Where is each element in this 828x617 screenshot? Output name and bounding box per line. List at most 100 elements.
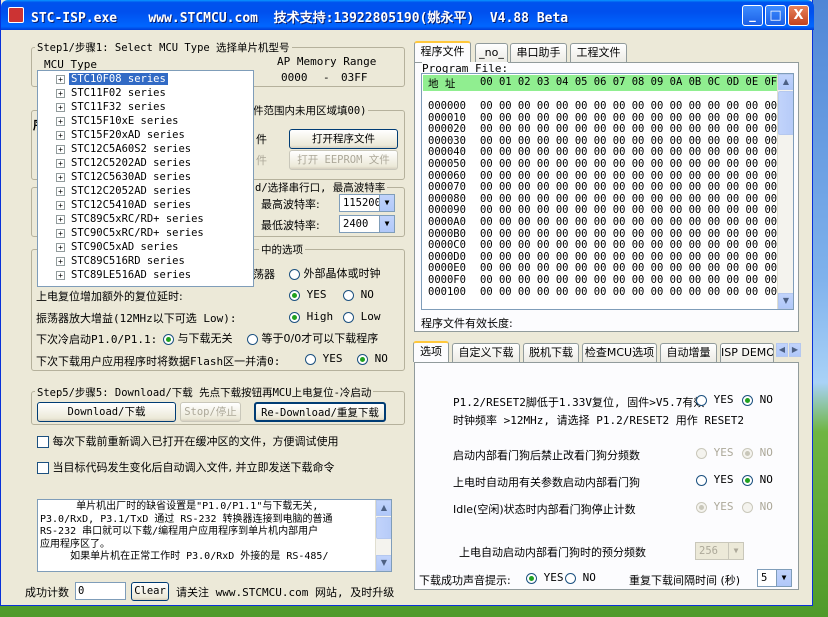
osc-external-radio[interactable] <box>289 268 300 280</box>
tree-item[interactable]: + STC89LE516AD series <box>38 268 193 282</box>
expand-plus-icon[interactable]: + <box>56 130 65 140</box>
expand-plus-icon[interactable]: + <box>56 74 65 84</box>
tree-item[interactable]: + STC15F10xE series <box>38 114 180 128</box>
gain-high-option[interactable]: High <box>289 310 333 323</box>
tree-item[interactable]: + STC12C5410AD series <box>38 198 193 212</box>
chevron-down-icon[interactable]: ▼ <box>379 216 394 232</box>
reset-yes-option[interactable]: YES <box>289 288 327 301</box>
expand-plus-icon[interactable]: + <box>56 116 65 126</box>
sound-yes-option[interactable]: YES <box>526 571 564 584</box>
tree-item[interactable]: + STC90C5xAD series <box>38 240 180 254</box>
tab-scroll-left-icon[interactable]: ◀ <box>776 343 788 357</box>
wdt-div-yes-option[interactable]: YES <box>696 446 734 459</box>
reset-yes-radio[interactable] <box>289 289 300 301</box>
memo-scrollbar[interactable]: ▲ ▼ <box>375 500 391 571</box>
scroll-down-icon[interactable]: ▼ <box>778 293 793 309</box>
gain-high-radio[interactable] <box>289 311 300 323</box>
expand-plus-icon[interactable]: + <box>56 186 65 196</box>
osc-external-option[interactable]: 外部晶体或时钟 <box>289 265 381 281</box>
expand-plus-icon[interactable]: + <box>56 256 65 266</box>
reset-no-option[interactable]: NO <box>343 288 374 301</box>
hex-scrollbar[interactable]: ▲ ▼ <box>777 74 793 309</box>
p12-no-option[interactable]: NO <box>742 393 773 406</box>
scroll-up-icon[interactable]: ▲ <box>778 74 793 90</box>
sound-no-radio[interactable] <box>565 572 576 584</box>
tree-item[interactable]: + STC90C5xRC/RD+ series <box>38 226 206 240</box>
wdt-on-no-radio[interactable] <box>742 474 753 486</box>
tree-item[interactable]: + STC12C5202AD series <box>38 156 193 170</box>
chevron-down-icon[interactable]: ▼ <box>728 543 743 559</box>
tab-isp-demo[interactable]: ISP DEMO <box>720 343 774 362</box>
mcu-type-tree[interactable]: + STC10F08 series + STC11F02 series + STC11F3… <box>37 70 254 287</box>
hex-scroll-thumb[interactable] <box>778 91 793 135</box>
open-eeprom-button[interactable]: 打开 EEPROM 文件 <box>289 150 398 170</box>
interval-select[interactable]: 5 ▼ <box>757 569 792 587</box>
wdt-idle-no-option[interactable]: NO <box>742 500 773 513</box>
tree-item[interactable]: + STC11F32 series <box>38 100 168 114</box>
wdt-div-no-radio[interactable] <box>742 447 753 459</box>
p12-yes-option[interactable]: YES <box>696 393 734 406</box>
cold-opt2-option[interactable]: 等于0/0才可以下载程序 <box>247 330 378 346</box>
title-bar[interactable]: STC-ISP.exe www.STCMCU.com 技术支持:13922805… <box>1 0 814 30</box>
expand-plus-icon[interactable]: + <box>56 242 65 252</box>
scroll-up-icon[interactable]: ▲ <box>376 500 391 516</box>
cold-opt1-radio[interactable] <box>163 333 174 345</box>
reload-option[interactable]: 每次下载前重新调入已打开在缓冲区的文件，方便调试使用 <box>37 433 339 449</box>
info-memo[interactable]: 单片机出厂时的缺省设置是"P1.0/P1.1"与下载无关, P3.0/RxD, P… <box>37 499 392 572</box>
gain-low-radio[interactable] <box>343 311 354 323</box>
wdt-idle-yes-radio[interactable] <box>696 501 707 513</box>
expand-plus-icon[interactable]: + <box>56 200 65 210</box>
cold-opt1-option[interactable]: 与下载无关 <box>163 330 233 346</box>
expand-plus-icon[interactable]: + <box>56 228 65 238</box>
autoload-checkbox[interactable] <box>37 462 49 474</box>
cold-opt2-radio[interactable] <box>247 333 258 345</box>
expand-plus-icon[interactable]: + <box>56 144 65 154</box>
tree-item[interactable]: + STC12C2052AD series <box>38 184 193 198</box>
wdt-div-yes-radio[interactable] <box>696 447 707 459</box>
wdt-prescale-select[interactable]: 256 ▼ <box>695 542 744 560</box>
min-baud-select[interactable]: 2400 ▼ <box>339 215 395 233</box>
open-program-button[interactable]: 打开程序文件 <box>289 129 398 149</box>
tab-offline-download[interactable]: 脱机下载 <box>523 343 579 362</box>
p12-no-radio[interactable] <box>742 394 753 406</box>
success-count-field[interactable]: 0 <box>75 582 126 600</box>
wdt-on-yes-option[interactable]: YES <box>696 473 734 486</box>
tab-auto-increment[interactable]: 自动增量 <box>660 343 717 362</box>
expand-plus-icon[interactable]: + <box>56 172 65 182</box>
wdt-idle-yes-option[interactable]: YES <box>696 500 734 513</box>
expand-plus-icon[interactable]: + <box>56 158 65 168</box>
autoload-option[interactable]: 当目标代码发生变化后自动调入文件, 并立即发送下载命令 <box>37 459 335 475</box>
reload-checkbox[interactable] <box>37 436 49 448</box>
tab-check-mcu[interactable]: 检查MCU选项 <box>582 343 657 362</box>
wdt-idle-no-radio[interactable] <box>742 501 753 513</box>
reset-no-radio[interactable] <box>343 289 354 301</box>
tab-custom-download[interactable]: 自定义下载 <box>452 343 520 362</box>
maximize-button[interactable]: □ <box>765 5 786 26</box>
tab-project-file[interactable]: 工程文件 <box>570 43 627 62</box>
erase-no-option[interactable]: NO <box>357 352 388 365</box>
clear-button[interactable]: Clear <box>131 582 169 601</box>
chevron-down-icon[interactable]: ▼ <box>776 570 791 586</box>
expand-plus-icon[interactable]: + <box>56 102 65 112</box>
tree-item[interactable]: + STC11F02 series <box>38 86 168 100</box>
wdt-on-yes-radio[interactable] <box>696 474 707 486</box>
tab-serial-helper[interactable]: 串口助手 <box>510 43 567 62</box>
gain-low-option[interactable]: Low <box>343 310 381 323</box>
tree-item[interactable]: + STC89C5xRC/RD+ series <box>38 212 206 226</box>
download-button[interactable]: Download/下载 <box>37 402 176 422</box>
tab-program-file[interactable]: 程序文件 <box>414 41 471 62</box>
chevron-down-icon[interactable]: ▼ <box>379 195 394 211</box>
erase-yes-radio[interactable] <box>305 353 316 365</box>
tree-item[interactable]: + STC12C5630AD series <box>38 170 193 184</box>
expand-plus-icon[interactable]: + <box>56 88 65 98</box>
max-baud-select[interactable]: 115200 ▼ <box>339 194 395 212</box>
tree-item[interactable]: + STC89C516RD series <box>38 254 187 268</box>
minimize-button[interactable]: _ <box>742 5 763 26</box>
sound-no-option[interactable]: NO <box>565 571 596 584</box>
sound-yes-radio[interactable] <box>526 572 537 584</box>
tab-scroll-right-icon[interactable]: ▶ <box>789 343 801 357</box>
wdt-div-no-option[interactable]: NO <box>742 446 773 459</box>
expand-plus-icon[interactable]: + <box>56 214 65 224</box>
tree-item[interactable]: + STC10F08 series <box>38 72 168 86</box>
stop-button[interactable]: Stop/停止 <box>180 402 241 422</box>
